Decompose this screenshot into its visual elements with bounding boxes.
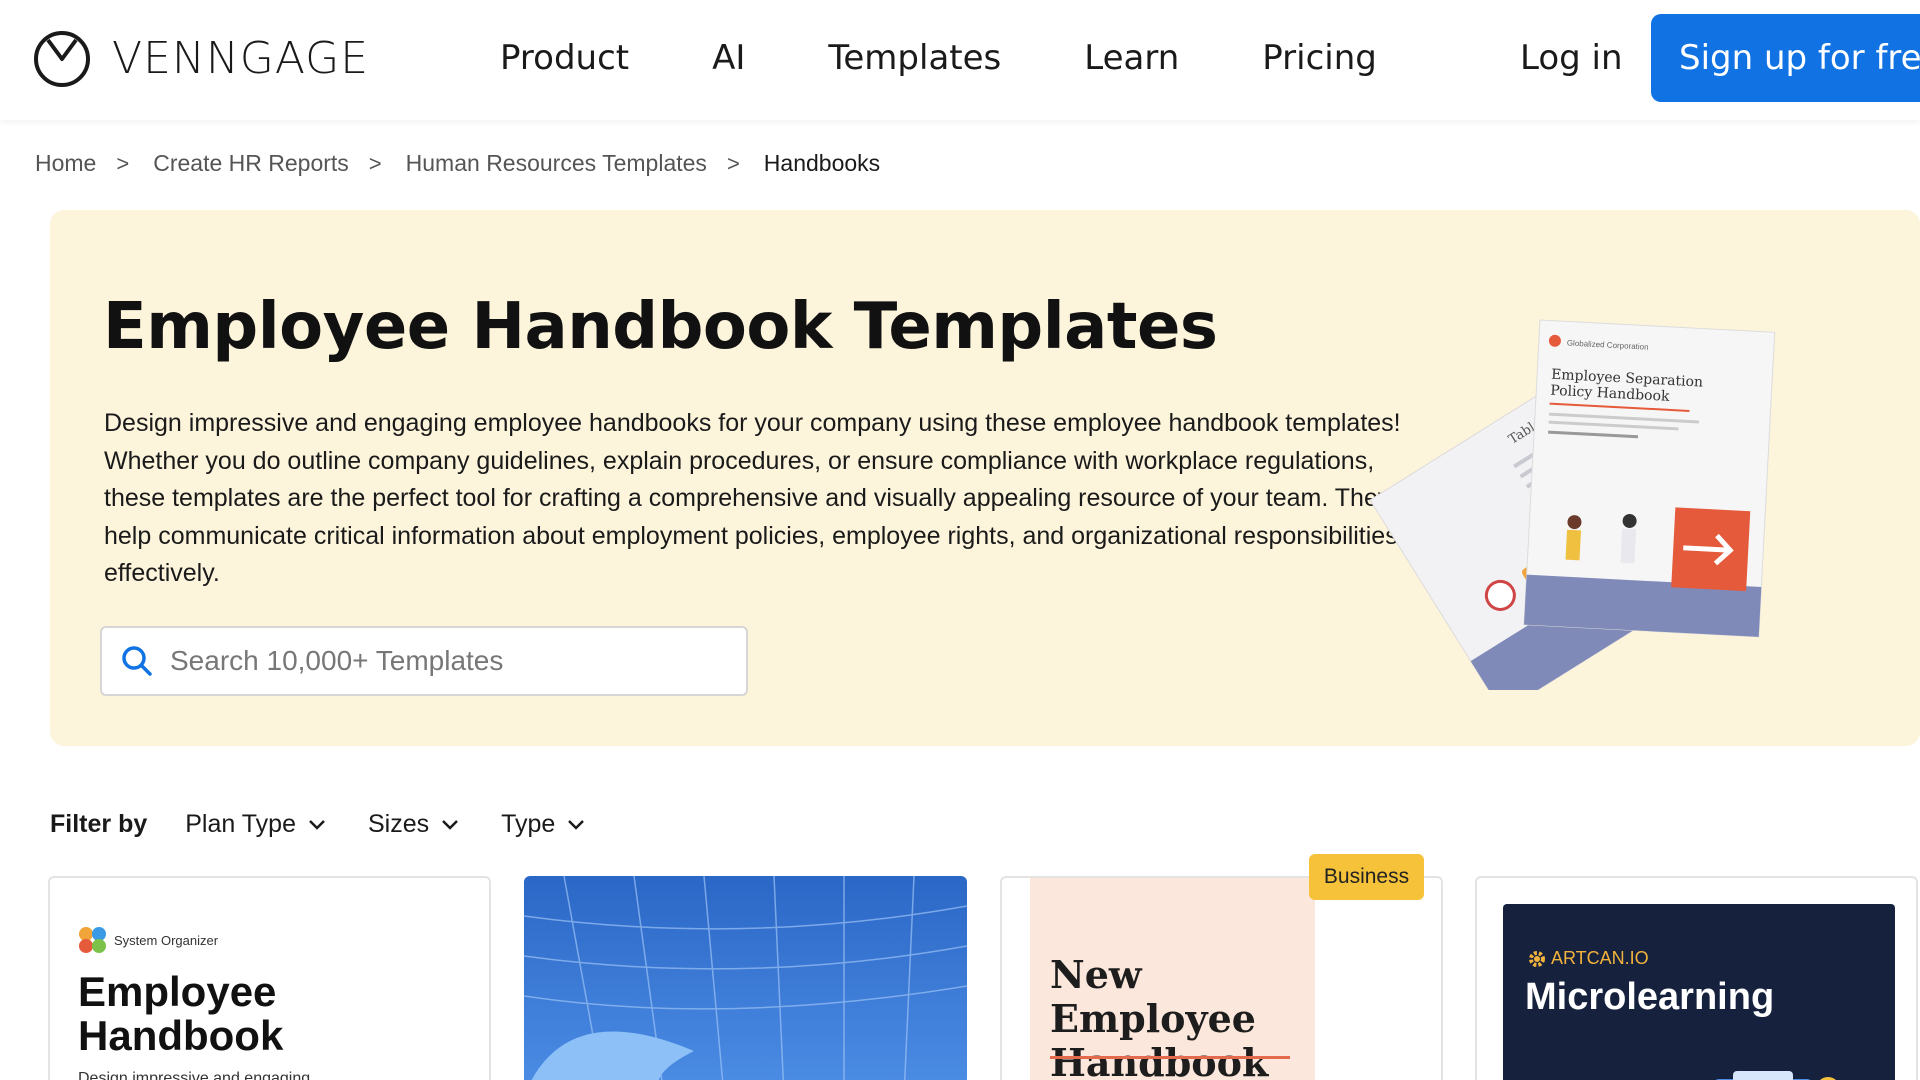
card-desc: Design impressive and engaging — [78, 1070, 311, 1080]
filter-sizes-label: Sizes — [367, 810, 430, 838]
card-cover: ARTCAN.IO Microlearning — [1503, 904, 1895, 1080]
title-divider — [1050, 1056, 1290, 1059]
search-input[interactable] — [170, 645, 730, 677]
clock-logo-icon — [34, 31, 90, 87]
breadcrumb-hr-reports[interactable]: Create HR Reports — [153, 150, 349, 177]
chevron-down-icon — [309, 819, 325, 830]
breadcrumb: Home > Create HR Reports > Human Resourc… — [35, 150, 880, 177]
card-thumbnail-building — [524, 876, 967, 1080]
template-card[interactable]: ARTCAN.IO Microlearning — [1475, 876, 1918, 1080]
page-title: Employee Handbook Templates — [103, 290, 1218, 364]
card-title-line2: Handbook — [1050, 1040, 1269, 1080]
breadcrumb-handbooks: Handbooks — [763, 150, 881, 176]
nav-pricing[interactable]: Pricing — [1262, 38, 1377, 78]
clipboard-illustration — [1715, 1071, 1836, 1080]
filter-type[interactable]: Type — [501, 810, 585, 839]
main-nav: Product AI Templates Learn Pricing — [500, 38, 1377, 78]
template-search[interactable] — [100, 626, 748, 696]
card-title: New Employee Handbook — [1050, 953, 1315, 1080]
nav-ai[interactable]: AI — [712, 38, 745, 78]
nav-templates[interactable]: Templates — [828, 38, 1001, 78]
filter-sizes[interactable]: Sizes — [368, 810, 459, 839]
chevron-down-icon — [568, 819, 585, 830]
login-link[interactable]: Log in — [1520, 38, 1623, 78]
filter-plan-type[interactable]: Plan Type — [185, 810, 326, 839]
card-title-line1: Employee — [78, 968, 277, 1015]
filter-type-label: Type — [501, 810, 556, 838]
card-org-name: System Organizer — [114, 932, 219, 948]
business-badge: Business — [1309, 854, 1424, 900]
chevron-right-icon: > — [116, 150, 130, 176]
card-brand-name: ARTCAN.IO — [1551, 948, 1649, 968]
venngage-logo[interactable]: VENNGAGE — [32, 26, 369, 90]
filter-bar: Filter by Plan Type Sizes Type — [50, 810, 627, 839]
breadcrumb-hr-templates[interactable]: Human Resources Templates — [406, 150, 707, 177]
hero-description: Design impressive and engaging employee … — [104, 409, 1401, 587]
signup-button[interactable]: Sign up for free — [1651, 14, 1920, 102]
card-title-line1: New Employee — [1050, 952, 1256, 1041]
org-logo-icon — [79, 927, 106, 953]
chevron-right-icon: > — [726, 150, 740, 176]
handbook-illustration: Table of Contents Globalized Corporation… — [1369, 319, 1776, 690]
template-card[interactable]: System Organizer Employee Handbook Desig… — [48, 876, 491, 1080]
filter-plan-type-label: Plan Type — [185, 810, 296, 838]
card-title-line2: Handbook — [78, 1012, 284, 1059]
nav-product[interactable]: Product — [500, 38, 629, 78]
search-icon — [122, 646, 152, 676]
hero-banner: Employee Handbook Templates Design impre… — [50, 210, 1920, 746]
breadcrumb-home[interactable]: Home — [35, 150, 96, 177]
card-title: Microlearning — [1525, 976, 1775, 1018]
nav-learn[interactable]: Learn — [1084, 38, 1179, 78]
card-cover: New Employee Handbook — [1030, 878, 1315, 1080]
template-card[interactable]: New Employee Handbook — [1000, 876, 1443, 1080]
site-header: VENNGAGE Product AI Templates Learn Pric… — [0, 0, 1920, 120]
chevron-right-icon: > — [368, 150, 382, 176]
template-card[interactable] — [524, 876, 967, 1080]
brand-name: VENNGAGE — [112, 32, 370, 84]
card-brand: ARTCAN.IO — [1527, 948, 1649, 969]
chevron-down-icon — [442, 819, 459, 830]
card-title: Employee Handbook — [78, 970, 283, 1058]
gear-icon — [1529, 950, 1545, 967]
filter-label: Filter by — [50, 810, 148, 838]
card-org: System Organizer — [78, 926, 218, 954]
